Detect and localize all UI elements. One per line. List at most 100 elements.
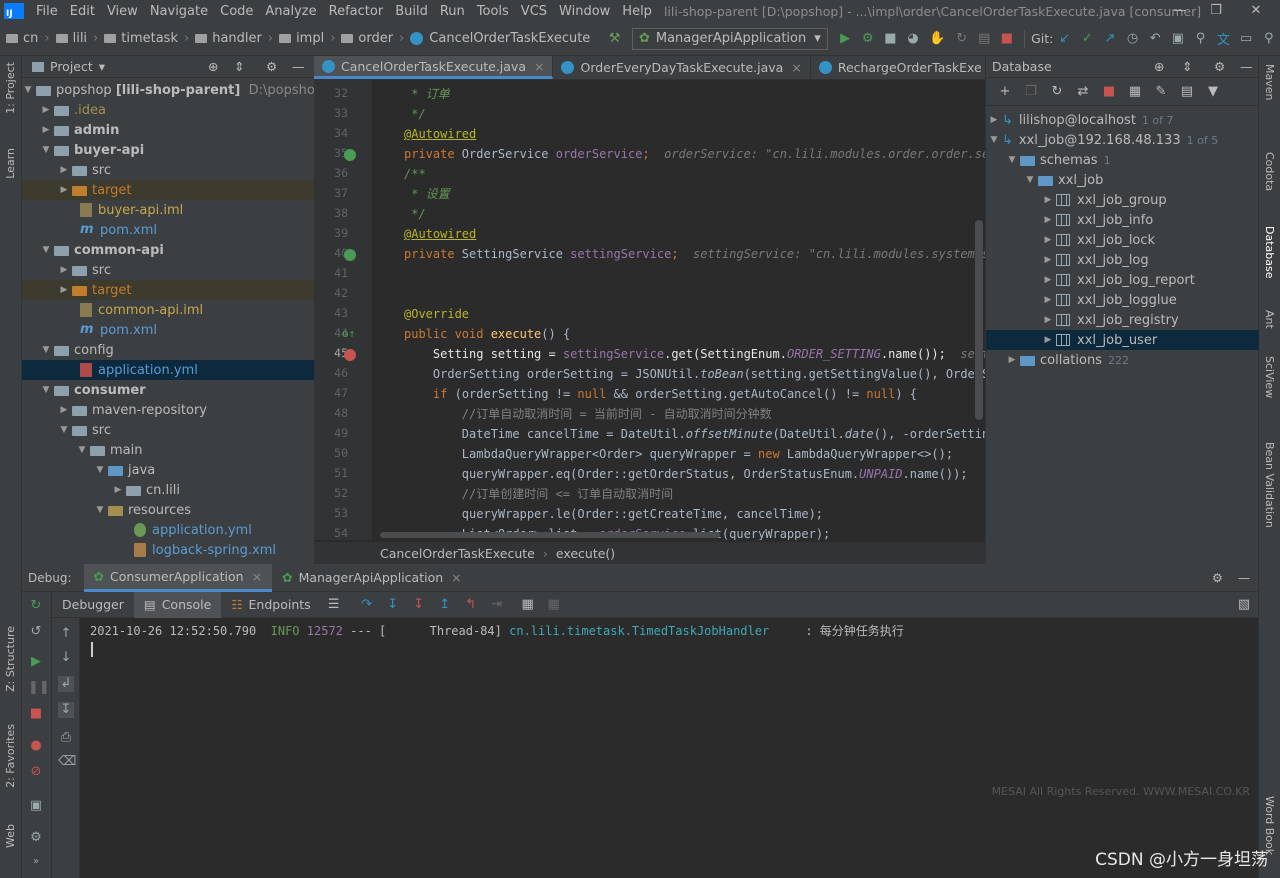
- breadcrumb-class[interactable]: CancelOrderTaskExecute: [410, 31, 590, 46]
- profile-icon[interactable]: ◕: [907, 31, 920, 47]
- tab-structure[interactable]: Z: Structure: [4, 626, 17, 692]
- mute-breakpoints-icon[interactable]: ⊘: [28, 764, 44, 780]
- step-into-icon[interactable]: ↧: [385, 597, 401, 613]
- run-config-select[interactable]: ✿ ManagerApiApplication ▾: [631, 27, 828, 50]
- chevron-down-icon[interactable]: ▼: [40, 245, 52, 255]
- tree-row-src[interactable]: ▶ src: [22, 160, 314, 180]
- view-breakpoints-icon[interactable]: ●: [28, 738, 44, 754]
- resume-icon[interactable]: ▶: [28, 654, 44, 670]
- session-tab-manager[interactable]: ✿ ManagerApiApplication ×: [272, 564, 472, 592]
- chevron-right-icon[interactable]: ▶: [58, 165, 70, 175]
- chevron-right-icon[interactable]: ▶: [1042, 315, 1054, 325]
- tab-database[interactable]: Database: [1263, 226, 1276, 279]
- tree-row-target[interactable]: ▶ target: [22, 180, 314, 200]
- project-structure-icon[interactable]: ▣: [1172, 31, 1185, 47]
- menu-view[interactable]: View: [101, 4, 144, 19]
- chevron-down-icon[interactable]: ▼: [1006, 155, 1018, 165]
- git-update-icon[interactable]: ↙: [1058, 31, 1071, 47]
- chevron-right-icon[interactable]: ▶: [58, 405, 70, 415]
- chevron-right-icon[interactable]: ▶: [40, 125, 52, 135]
- horizontal-scrollbar[interactable]: [380, 532, 720, 538]
- chevron-down-icon[interactable]: ▼: [40, 385, 52, 395]
- close-icon[interactable]: ×: [534, 59, 544, 74]
- soft-wrap-icon[interactable]: ↲: [58, 676, 74, 692]
- chevron-down-icon[interactable]: ▼: [988, 135, 1000, 145]
- breadcrumb-handler[interactable]: handler ›: [195, 31, 279, 46]
- tab-ant[interactable]: Ant: [1263, 310, 1276, 329]
- tab-project[interactable]: 1: Project: [4, 62, 17, 114]
- tree-row-target[interactable]: ▶ target: [22, 280, 314, 300]
- revert-icon[interactable]: ↶: [1149, 31, 1162, 47]
- filter-icon[interactable]: ▼: [1205, 84, 1221, 100]
- db-row-schemas[interactable]: ▼ schemas 1: [986, 150, 1259, 170]
- close-window-icon[interactable]: ✕: [1236, 0, 1276, 22]
- schema-icon[interactable]: ⇄: [1075, 84, 1091, 100]
- gear-icon[interactable]: ⚙: [1214, 59, 1225, 74]
- git-push-icon[interactable]: ↗: [1104, 31, 1117, 47]
- breadcrumb-cn[interactable]: cn ›: [6, 31, 56, 46]
- tab-codota[interactable]: Codota: [1263, 152, 1276, 191]
- chevron-down-icon[interactable]: ▼: [22, 85, 34, 95]
- camera-icon[interactable]: ▣: [28, 798, 44, 814]
- hide-icon[interactable]: —: [292, 59, 305, 74]
- close-icon[interactable]: ×: [791, 60, 801, 75]
- print-icon[interactable]: ⎙: [58, 730, 74, 746]
- chevron-right-icon[interactable]: ▶: [112, 485, 124, 495]
- history-icon[interactable]: ◷: [1126, 31, 1139, 47]
- chevron-down-icon[interactable]: ▾: [99, 59, 105, 74]
- more-icon[interactable]: »: [28, 854, 44, 870]
- chevron-right-icon[interactable]: ▶: [988, 115, 1000, 125]
- spring-bean-icon[interactable]: [344, 249, 356, 261]
- build-icon[interactable]: ▤: [978, 31, 991, 47]
- tab-endpoints[interactable]: ☷ Endpoints: [221, 592, 320, 618]
- chevron-down-icon[interactable]: ▼: [40, 345, 52, 355]
- stop-icon[interactable]: ■: [28, 706, 44, 722]
- edit-icon[interactable]: ✎: [1153, 84, 1169, 100]
- scroll-to-end-icon[interactable]: ↧: [58, 702, 74, 718]
- session-tab-consumer[interactable]: ✿ ConsumerApplication ×: [83, 563, 273, 592]
- db-row-xxl-job-host[interactable]: ▼ ↳ xxl_job@192.168.48.133 1 of 5: [986, 130, 1259, 150]
- search-everywhere-icon[interactable]: ⚲: [1262, 31, 1275, 47]
- git-commit-icon[interactable]: ✓: [1081, 31, 1094, 47]
- minimize-icon[interactable]: —: [1160, 0, 1200, 22]
- code-editor[interactable]: * 订单 */ @Autowired private OrderService …: [372, 80, 985, 540]
- tab-maven[interactable]: Maven: [1263, 64, 1276, 100]
- chevron-right-icon[interactable]: ▶: [1042, 295, 1054, 305]
- locate-icon[interactable]: ⊕: [1154, 59, 1164, 74]
- stop-icon[interactable]: ■: [1001, 31, 1014, 47]
- tree-row-src[interactable]: ▼ src: [22, 420, 314, 440]
- breadcrumb-order[interactable]: order ›: [341, 31, 410, 46]
- tab-favorites[interactable]: 2: Favorites: [4, 724, 17, 788]
- refresh-icon[interactable]: ↻: [1049, 84, 1065, 100]
- tree-row-buyer-api[interactable]: ▼ buyer-api: [22, 140, 314, 160]
- collapse-icon[interactable]: ⇕: [1182, 59, 1192, 74]
- tree-row-config[interactable]: ▼ config: [22, 340, 314, 360]
- chevron-down-icon[interactable]: ▼: [94, 465, 106, 475]
- chevron-right-icon[interactable]: ▶: [1006, 355, 1018, 365]
- breadcrumb-impl[interactable]: impl ›: [279, 31, 341, 46]
- chevron-down-icon[interactable]: ▼: [58, 425, 70, 435]
- menu-help[interactable]: Help: [616, 4, 658, 19]
- tree-row-iml[interactable]: common-api.iml: [22, 300, 314, 320]
- tree-row-resources[interactable]: ▼ resources: [22, 500, 314, 520]
- tab-bean-validation[interactable]: Bean Validation: [1263, 442, 1276, 528]
- chevron-right-icon[interactable]: ▶: [40, 105, 52, 115]
- chevron-right-icon[interactable]: ▶: [1042, 215, 1054, 225]
- force-step-into-icon[interactable]: ↧: [411, 597, 427, 613]
- tree-row-iml[interactable]: buyer-api.iml: [22, 200, 314, 220]
- tab-sciview[interactable]: SciView: [1263, 356, 1276, 398]
- tree-row-application-yml[interactable]: application.yml: [22, 360, 314, 380]
- up-arrow-icon[interactable]: ↑: [58, 626, 74, 642]
- db-row-table-selected[interactable]: ▶ xxl_job_user: [986, 330, 1259, 350]
- breadcrumb-class[interactable]: CancelOrderTaskExecute: [380, 546, 535, 561]
- presentation-icon[interactable]: ▭: [1240, 31, 1253, 47]
- db-row-table[interactable]: ▶ xxl_job_log: [986, 250, 1259, 270]
- tab-recharge-order[interactable]: RechargeOrderTaskExe: [811, 56, 990, 79]
- locate-icon[interactable]: ⊕: [208, 59, 218, 74]
- gear-icon[interactable]: ⚙: [266, 59, 277, 74]
- close-icon[interactable]: ×: [252, 569, 262, 584]
- menu-file[interactable]: File: [30, 4, 64, 19]
- close-icon[interactable]: ×: [451, 570, 461, 585]
- menu-refactor[interactable]: Refactor: [323, 4, 390, 19]
- menu-build[interactable]: Build: [389, 4, 434, 19]
